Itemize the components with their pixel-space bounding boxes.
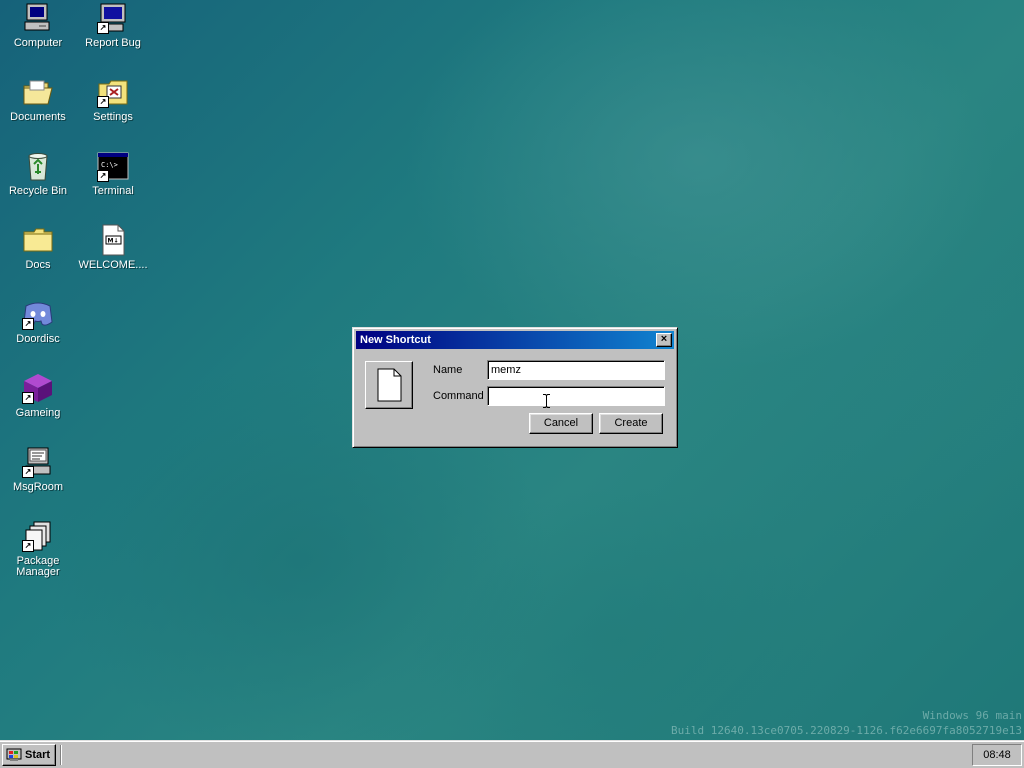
watermark-line-2: Build 12640.13ce0705.220829-1126.f62e669… [671, 724, 1022, 737]
desktop-icon-label: MsgRoom [12, 481, 64, 493]
desktop-icon-label: Doordisc [16, 333, 60, 345]
shortcut-arrow-icon: ↗ [97, 170, 109, 182]
shortcut-arrow-icon: ↗ [22, 466, 34, 478]
desktop-icon-package-manager[interactable]: ↗ Package Manager [1, 520, 75, 578]
purple-cube-icon: ↗ [22, 372, 54, 404]
open-folder-icon [22, 76, 54, 108]
taskbar-separator [60, 745, 62, 765]
shortcut-arrow-icon: ↗ [97, 96, 109, 108]
cancel-button[interactable]: Cancel [529, 413, 593, 434]
command-input[interactable] [487, 386, 665, 406]
blank-document-icon [377, 368, 402, 402]
name-label: Name [433, 364, 463, 376]
msgroom-icon: ↗ [22, 446, 54, 478]
start-button[interactable]: Start [2, 744, 56, 766]
terminal-icon: C:\> ↗ [97, 150, 129, 182]
folder-icon [22, 224, 54, 256]
shortcut-arrow-icon: ↗ [97, 22, 109, 34]
desktop-icon-label: Gameing [15, 407, 61, 419]
computer-icon [22, 2, 54, 34]
desktop-icon-label: Documents [10, 111, 66, 123]
create-button[interactable]: Create [599, 413, 663, 434]
desktop-icon-label: Report Bug [85, 37, 141, 49]
close-button[interactable]: × [656, 333, 672, 347]
desktop-icon-label: Computer [13, 37, 63, 49]
svg-text:M↓: M↓ [108, 238, 119, 245]
desktop-icon-documents[interactable]: Documents [1, 76, 75, 123]
desktop-icon-label: WELCOME.... [78, 259, 148, 271]
desktop-icon-recycle-bin[interactable]: Recycle Bin [1, 150, 75, 197]
svg-text:C:\>: C:\> [101, 161, 118, 169]
desktop-icon-computer[interactable]: Computer [1, 2, 75, 49]
watermark-line-1: Windows 96 main [922, 709, 1022, 722]
start-logo-icon [6, 748, 22, 761]
settings-icon: ↗ [97, 76, 129, 108]
command-label: Command [433, 390, 484, 402]
package-manager-icon: ↗ [22, 520, 54, 552]
taskbar: Start 08:48 [0, 740, 1024, 768]
shortcut-arrow-icon: ↗ [22, 318, 34, 330]
discord-icon: ↗ [22, 298, 54, 330]
recycle-bin-icon [22, 150, 54, 182]
desktop-icon-welcome[interactable]: M↓ WELCOME.... [76, 224, 150, 271]
markdown-file-icon: M↓ [97, 224, 129, 256]
desktop-icon-terminal[interactable]: C:\> ↗ Terminal [76, 150, 150, 197]
shortcut-icon-button[interactable] [365, 361, 413, 409]
desktop-icon-doordisc[interactable]: ↗ Doordisc [1, 298, 75, 345]
system-tray-clock[interactable]: 08:48 [972, 744, 1022, 766]
desktop-icon-gameing[interactable]: ↗ Gameing [1, 372, 75, 419]
dialog-title: New Shortcut [360, 334, 431, 346]
desktop-icon-settings[interactable]: ↗ Settings [76, 76, 150, 123]
desktop[interactable]: Computer Documents Recycle Bin Docs ↗ Do… [0, 0, 1024, 740]
desktop-icon-docs[interactable]: Docs [1, 224, 75, 271]
desktop-icon-label: Settings [93, 111, 133, 123]
start-label: Start [25, 749, 51, 761]
text-cursor-icon [543, 394, 550, 408]
version-watermark: Windows 96 main Build 12640.13ce0705.220… [671, 708, 1022, 738]
desktop-icon-msgroom[interactable]: ↗ MsgRoom [1, 446, 75, 493]
desktop-icon-label: Recycle Bin [8, 185, 68, 197]
name-input[interactable] [487, 360, 665, 380]
new-shortcut-dialog: New Shortcut × Name Command Cancel Creat… [352, 327, 678, 448]
desktop-icon-report-bug[interactable]: ↗ Report Bug [76, 2, 150, 49]
desktop-icon-label: Package Manager [16, 555, 60, 578]
desktop-icon-label: Docs [25, 259, 51, 271]
shortcut-arrow-icon: ↗ [22, 392, 34, 404]
desktop-icon-label: Terminal [92, 185, 134, 197]
monitor-shortcut-icon: ↗ [97, 2, 129, 34]
shortcut-arrow-icon: ↗ [22, 540, 34, 552]
dialog-titlebar[interactable]: New Shortcut × [356, 331, 674, 349]
